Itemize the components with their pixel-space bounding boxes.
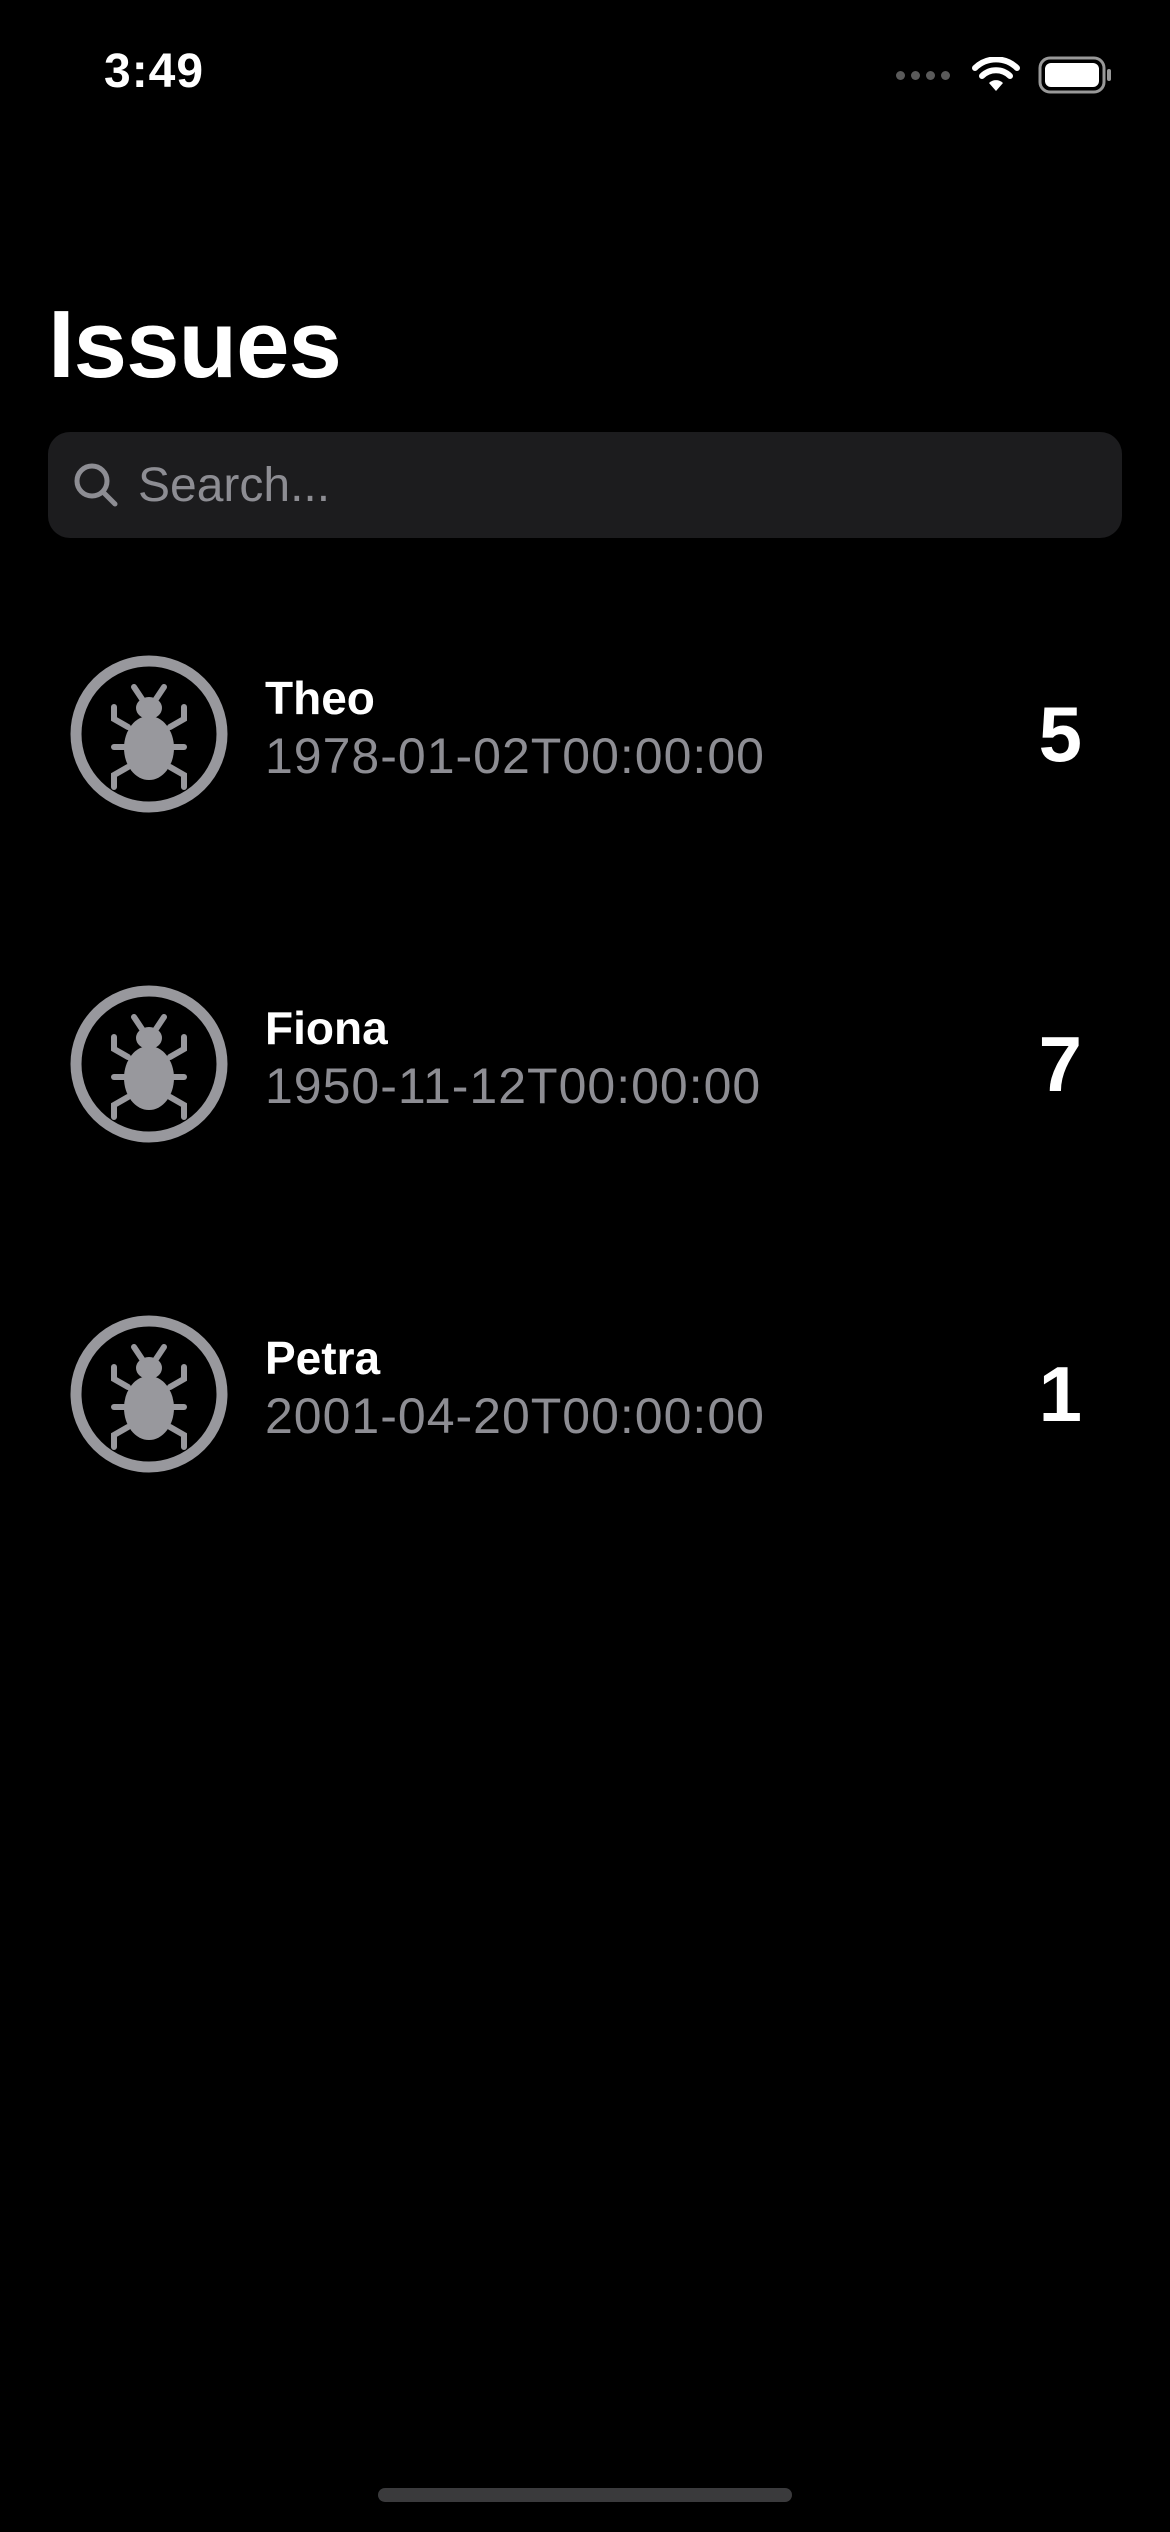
battery-icon	[1038, 56, 1111, 94]
issue-list: Theo 1978-01-02T00:00:00 5 Fiona 1950-11…	[0, 600, 1170, 1590]
issue-row-petra[interactable]: Petra 2001-04-20T00:00:00 1	[0, 1260, 1170, 1590]
status-bar: 3:49	[0, 0, 1170, 140]
bug-icon	[70, 985, 228, 1143]
bug-icon	[70, 1315, 228, 1473]
search-input[interactable]	[138, 445, 1038, 525]
issue-row-theo[interactable]: Theo 1978-01-02T00:00:00 5	[0, 600, 1170, 930]
status-icons	[896, 50, 1114, 100]
issue-count: 7	[1038, 1020, 1082, 1108]
issue-date: 1950-11-12T00:00:00	[265, 1058, 762, 1114]
issue-name: Petra	[265, 1332, 381, 1384]
issue-count: 5	[1038, 690, 1082, 778]
search-icon	[74, 463, 118, 507]
issue-name: Theo	[265, 672, 375, 724]
issue-date: 1978-01-02T00:00:00	[265, 728, 765, 784]
search-bar[interactable]	[48, 432, 1122, 538]
page-title: Issues	[48, 291, 342, 398]
issue-row-fiona[interactable]: Fiona 1950-11-12T00:00:00 7	[0, 930, 1170, 1260]
cellular-signal-icon	[896, 70, 950, 80]
home-indicator[interactable]	[378, 2488, 792, 2502]
bug-icon	[70, 655, 228, 813]
wifi-icon	[972, 57, 1020, 91]
issue-name: Fiona	[265, 1002, 388, 1054]
status-time: 3:49	[104, 45, 205, 98]
issue-date: 2001-04-20T00:00:00	[265, 1388, 765, 1444]
issue-count: 1	[1038, 1350, 1082, 1438]
